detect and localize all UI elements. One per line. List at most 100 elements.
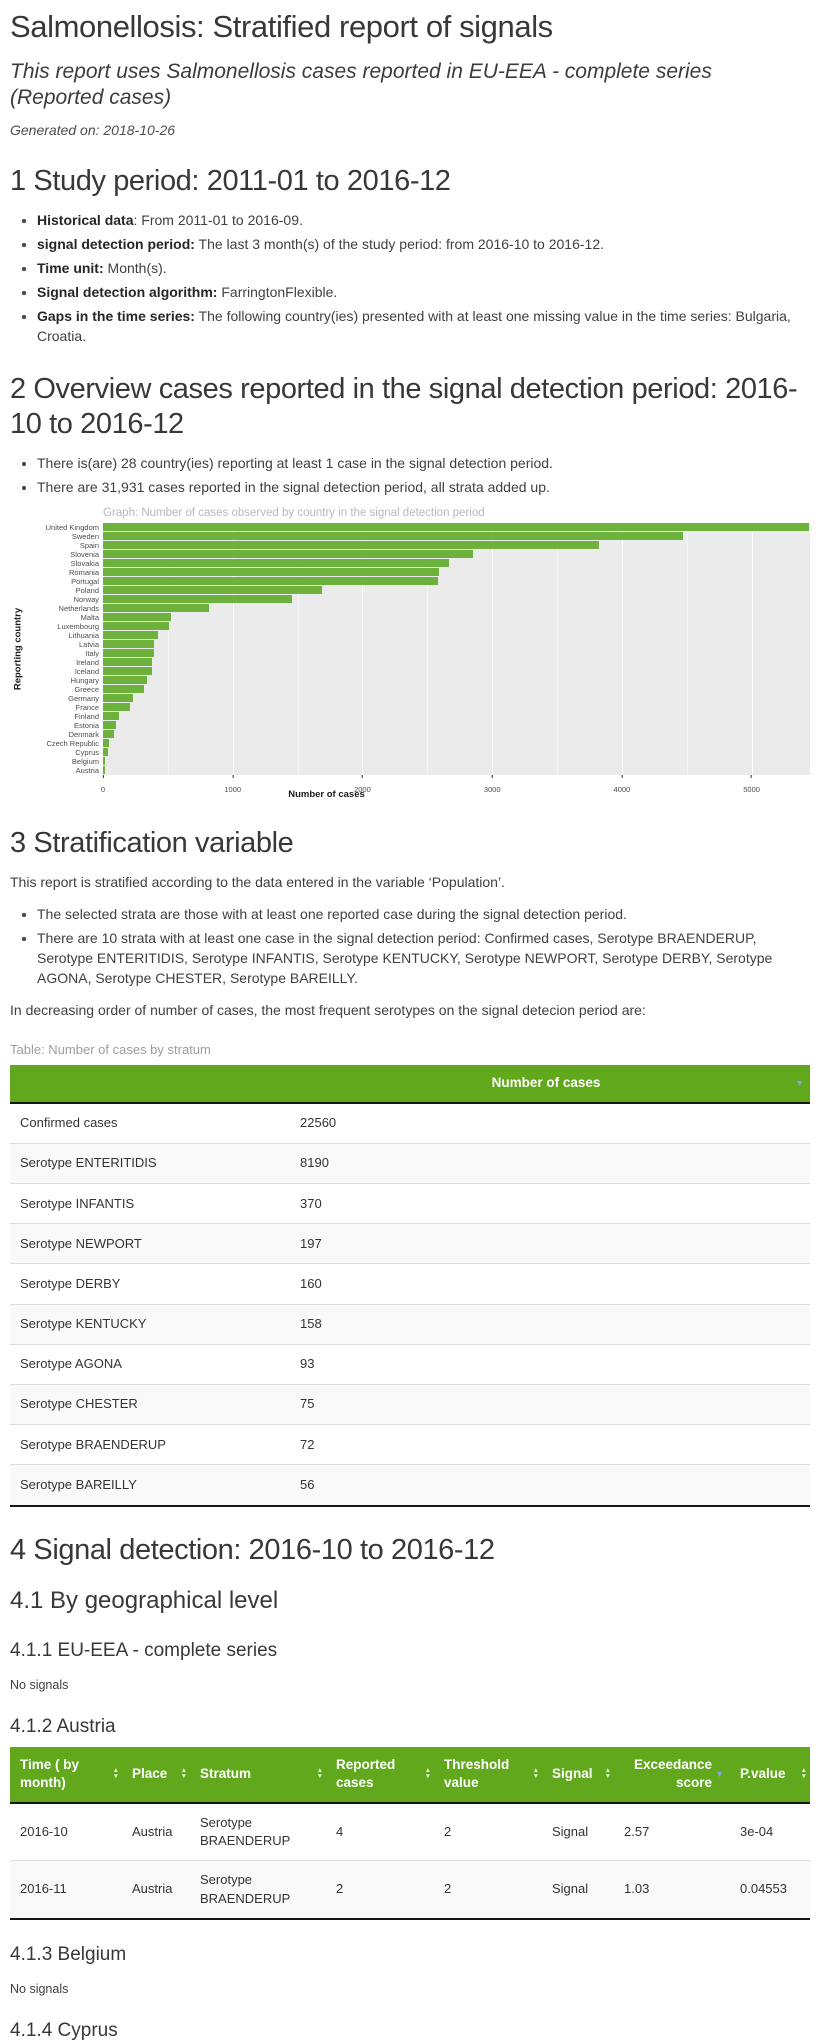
table-row: Serotype INFANTIS 370 [10, 1184, 810, 1224]
sort-icon[interactable]: ▲▼ [181, 1768, 187, 1780]
y-axis-label: Finland [26, 712, 103, 721]
list-item: signal detection period: The last 3 mont… [37, 234, 810, 254]
no-signals-text: No signals [10, 1678, 810, 1692]
bar-row [103, 658, 810, 667]
bar [103, 649, 154, 656]
bar [103, 595, 292, 602]
bar [103, 658, 152, 665]
table-row: Serotype ENTERITIDIS 8190 [10, 1143, 810, 1183]
bar [103, 694, 133, 701]
pvalue-cell: 0.04553 [730, 1861, 810, 1919]
plot-panel [103, 523, 810, 775]
y-axis-label: Slovenia [26, 550, 103, 559]
stratum-cell: Serotype ENTERITIDIS [10, 1143, 290, 1183]
bar [103, 541, 599, 548]
bars [103, 523, 810, 775]
bar-row [103, 631, 810, 640]
list-item: There are 31,931 cases reported in the s… [37, 477, 810, 497]
table-row: Serotype KENTUCKY 158 [10, 1304, 810, 1344]
cases-column-header[interactable]: Number of cases ▼ [290, 1065, 810, 1103]
y-axis-label: Poland [26, 586, 103, 595]
y-axis-label: Netherlands [26, 604, 103, 613]
y-axis-label: Sweden [26, 532, 103, 541]
bar-row [103, 667, 810, 676]
no-signals-text: No signals [10, 1982, 810, 1996]
reported-cases-cell: 4 [326, 1803, 434, 1861]
sort-icon[interactable]: ▲▼ [425, 1768, 431, 1780]
y-axis-label: Portugal [26, 577, 103, 586]
bar-row [103, 613, 810, 622]
y-axis-label: Austria [26, 766, 103, 775]
cases-cell: 56 [290, 1465, 810, 1506]
table-row: Serotype BAREILLY 56 [10, 1465, 810, 1506]
list-item: There are 10 strata with at least one ca… [37, 928, 810, 988]
cases-cell: 22560 [290, 1103, 810, 1144]
pvalue-column-header[interactable]: P.value▲▼ [730, 1747, 810, 1803]
bar [103, 676, 147, 683]
bar [103, 622, 169, 629]
bar [103, 559, 449, 566]
bar [103, 631, 158, 638]
y-axis-label: Lithuania [26, 631, 103, 640]
y-axis-label: Malta [26, 613, 103, 622]
sort-icon[interactable]: ▲▼ [113, 1768, 119, 1780]
bar-row [103, 541, 810, 550]
y-axis-label: Germany [26, 694, 103, 703]
pvalue-cell: 3e-04 [730, 1803, 810, 1861]
y-axis-title: Reporting country [10, 523, 26, 775]
bar [103, 586, 322, 593]
stratum-cell: Serotype INFANTIS [10, 1184, 290, 1224]
stratum-column-header[interactable]: Stratum▲▼ [190, 1747, 326, 1803]
section-3-heading: 3 Stratification variable [10, 826, 810, 861]
bar-row [103, 577, 810, 586]
y-axis-label: Hungary [26, 676, 103, 685]
bar-row [103, 685, 810, 694]
y-axis-label: Greece [26, 685, 103, 694]
exceedance-column-header[interactable]: Exceedance score▼ [614, 1747, 730, 1803]
sort-icon[interactable]: ▲▼ [801, 1768, 807, 1780]
cases-cell: 370 [290, 1184, 810, 1224]
sort-desc-icon[interactable]: ▼ [715, 1768, 724, 1780]
sort-icon[interactable]: ▲▼ [533, 1768, 539, 1780]
austria-signals-table: Time ( by month)▲▼ Place▲▼ Stratum▲▼ Rep… [10, 1747, 810, 1920]
bar-row [103, 568, 810, 577]
bar-row [103, 523, 810, 532]
stratum-column-header[interactable] [10, 1065, 290, 1103]
list-item: Signal detection algorithm: FarringtonFl… [37, 282, 810, 302]
y-axis-label: Romania [26, 568, 103, 577]
time-column-header[interactable]: Time ( by month)▲▼ [10, 1747, 122, 1803]
bar-row [103, 604, 810, 613]
bar [103, 568, 439, 575]
table-row: Serotype CHESTER 75 [10, 1384, 810, 1424]
cases-cell: 93 [290, 1344, 810, 1384]
stratum-cell: Serotype KENTUCKY [10, 1304, 290, 1344]
bar [103, 667, 152, 674]
section-3-bullets: The selected strata are those with at le… [10, 904, 810, 988]
table-row: Confirmed cases 22560 [10, 1103, 810, 1144]
section-4-1-3-heading: 4.1.3 Belgium [10, 1944, 810, 1967]
y-axis-label: Iceland [26, 667, 103, 676]
list-item: There is(are) 28 country(ies) reporting … [37, 453, 810, 473]
bar [103, 730, 114, 737]
bar [103, 757, 105, 764]
sort-icon[interactable]: ▲▼ [605, 1768, 611, 1780]
list-item: Gaps in the time series: The following c… [37, 306, 810, 346]
sort-desc-icon[interactable]: ▼ [795, 1077, 804, 1089]
stratification-intro: This report is stratified according to t… [10, 872, 810, 892]
bar-row [103, 748, 810, 757]
place-column-header[interactable]: Place▲▼ [122, 1747, 190, 1803]
section-4-1-2-heading: 4.1.2 Austria [10, 1716, 810, 1739]
cases-cell: 72 [290, 1425, 810, 1465]
chart-title: Graph: Number of cases observed by count… [103, 507, 810, 519]
threshold-column-header[interactable]: Threshold value▲▼ [434, 1747, 542, 1803]
bar-row [103, 739, 810, 748]
list-item: Time unit: Month(s). [37, 258, 810, 278]
bar [103, 748, 108, 755]
reported-cases-column-header[interactable]: Reported cases▲▼ [326, 1747, 434, 1803]
bar [103, 766, 105, 773]
sort-icon[interactable]: ▲▼ [317, 1768, 323, 1780]
y-axis-label: France [26, 703, 103, 712]
bar-row [103, 757, 810, 766]
signal-column-header[interactable]: Signal▲▼ [542, 1747, 614, 1803]
y-axis-label: United Kingdom [26, 523, 103, 532]
